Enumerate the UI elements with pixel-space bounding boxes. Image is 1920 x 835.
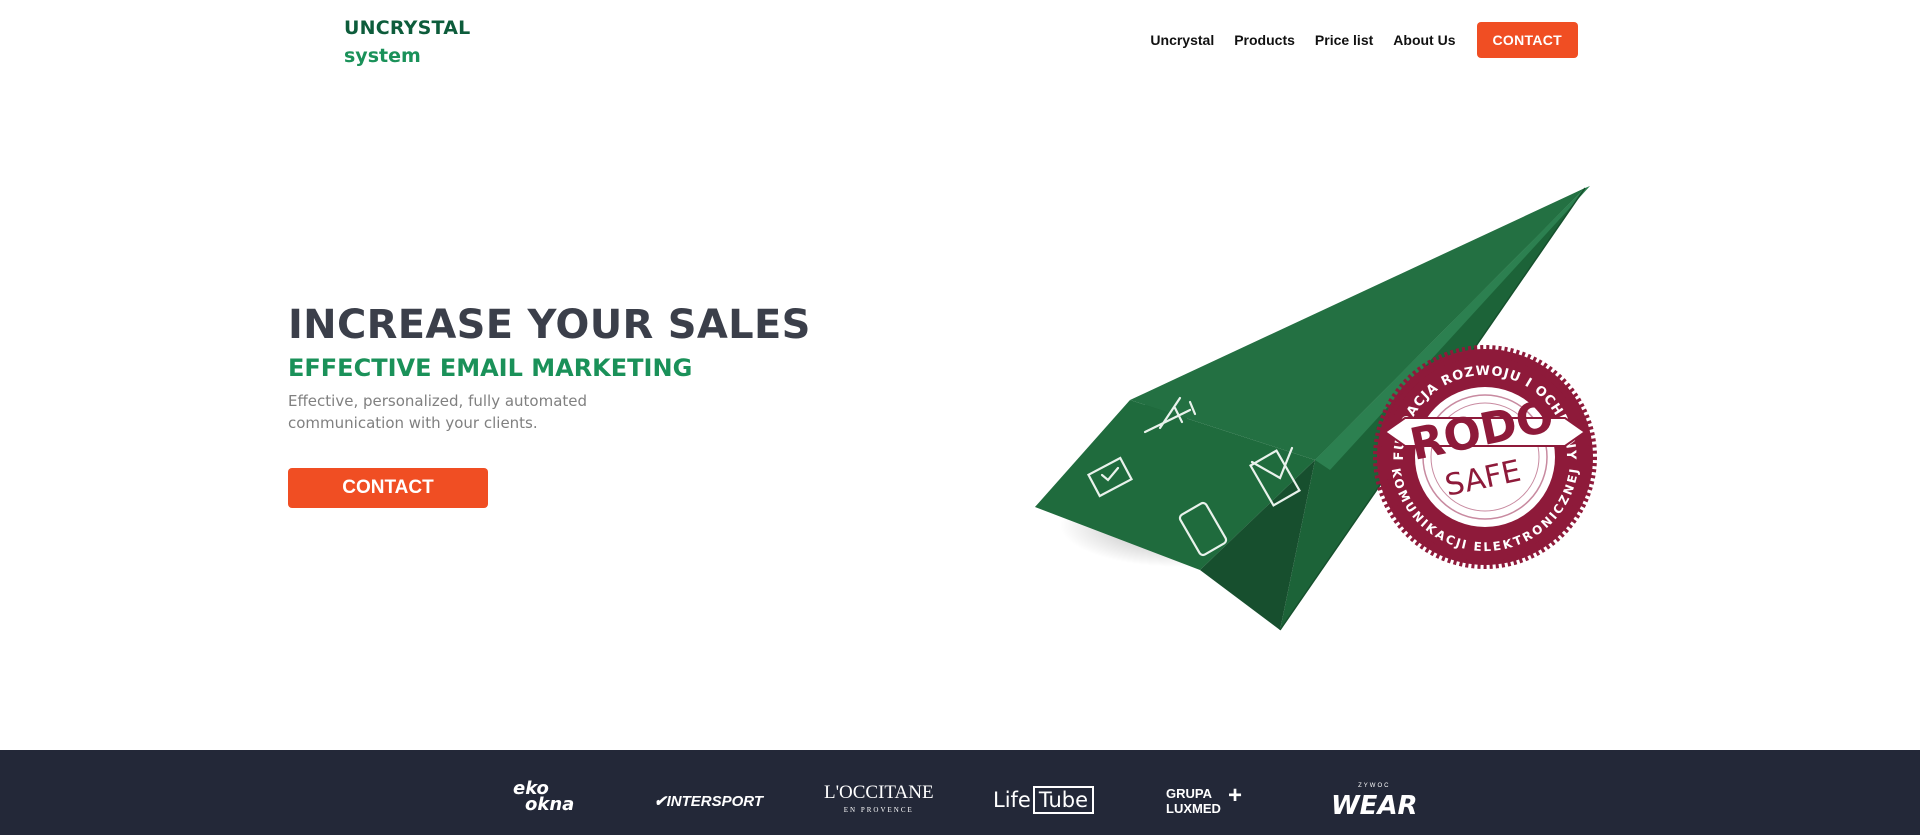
client-logo-ekookna: eko okna [513, 780, 575, 815]
logo-line-1: UNCRYSTAL [344, 17, 471, 39]
rodo-safe-badge: FUNDACJA ROZWOJU I OCHRONY KOMUNIKACJI E… [1373, 345, 1597, 569]
wear-text: WEAR [1331, 791, 1418, 821]
hero-section: INCREASE YOUR SALES EFFECTIVE EMAIL MARK… [288, 302, 811, 508]
nav-item-price-list[interactable]: Price list [1315, 32, 1373, 48]
hero-description: Effective, personalized, fully automated… [288, 392, 588, 432]
intersport-mark-icon: ✔ [654, 793, 667, 810]
nav-item-about-us[interactable]: About Us [1393, 32, 1455, 48]
plus-icon: + [1228, 782, 1243, 809]
loccitane-text: L'OCCITANE [824, 782, 934, 803]
nav-item-uncrystal[interactable]: Uncrystal [1150, 32, 1214, 48]
clients-logo-strip: eko okna ✔INTERSPORT L'OCCITANE EN PROVE… [0, 750, 1920, 835]
site-header: UNCRYSTAL system Uncrystal Products Pric… [0, 0, 1920, 80]
nav-item-products[interactable]: Products [1234, 32, 1295, 48]
client-logo-intersport: ✔INTERSPORT [654, 792, 763, 810]
client-logo-wear: ZYWOC WEAR [1331, 780, 1418, 820]
luxmed-line-2: LUXMED [1166, 801, 1221, 816]
luxmed-line-1: GRUPA [1166, 786, 1212, 801]
nav-contact-button[interactable]: CONTACT [1476, 22, 1578, 58]
hero-subtitle: EFFECTIVE EMAIL MARKETING [288, 354, 693, 382]
ekookna-line-2: okna [525, 794, 575, 815]
site-logo[interactable]: UNCRYSTAL system [344, 14, 470, 70]
hero-contact-button[interactable]: CONTACT [288, 468, 488, 508]
main-nav: Uncrystal Products Price list About Us C… [1130, 22, 1578, 58]
lifetube-text-1: Life [993, 788, 1031, 812]
client-logo-loccitane: L'OCCITANE EN PROVENCE [824, 782, 934, 817]
lifetube-text-2: Tube [1032, 786, 1095, 814]
client-logo-luxmed: GRUPA LUXMED + [1166, 784, 1242, 817]
client-logo-lifetube: Life Tube [993, 786, 1095, 814]
loccitane-sub: EN PROVENCE [843, 806, 914, 814]
hero-title: INCREASE YOUR SALES [288, 302, 811, 348]
paper-plane-illustration: FUNDACJA ROZWOJU I OCHRONY KOMUNIKACJI E… [1035, 186, 1597, 631]
logo-line-2: system [344, 45, 421, 67]
intersport-text: INTERSPORT [666, 793, 763, 810]
